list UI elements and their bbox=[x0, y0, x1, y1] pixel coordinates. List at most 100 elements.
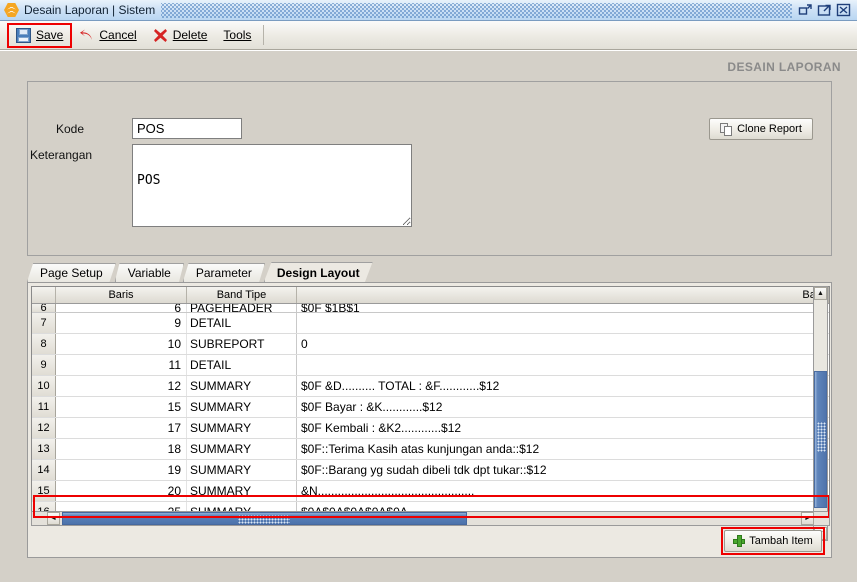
close-button[interactable] bbox=[836, 3, 851, 17]
baris-cell: 11 bbox=[56, 355, 187, 375]
maximize-button[interactable] bbox=[817, 3, 832, 17]
undo-arrow-icon bbox=[79, 28, 94, 43]
clone-report-button[interactable]: Clone Report bbox=[709, 118, 813, 140]
grid-header-baris[interactable]: Baris bbox=[56, 287, 187, 303]
band-content-cell: $0F Kembali : &K2............$12 bbox=[301, 421, 462, 435]
tab-design-layout[interactable]: Design Layout bbox=[263, 262, 373, 282]
table-row[interactable]: 10 12 SUMMARY $0F &D.......... TOTAL : &F..… bbox=[32, 376, 829, 397]
band-content-cell bbox=[297, 355, 829, 375]
row-number-cell: 9 bbox=[32, 355, 56, 375]
band-tipe-cell: SUMMARY bbox=[187, 418, 297, 438]
window-controls bbox=[798, 3, 851, 17]
table-row[interactable]: 8 10 SUBREPORT 0 bbox=[32, 334, 829, 355]
report-header-panel: Kode Keterangan Clone Report bbox=[27, 81, 832, 256]
grid-horizontal-scrollbar[interactable]: ◄ ► bbox=[31, 511, 830, 526]
window-title: Desain Laporan | Sistem bbox=[24, 3, 156, 17]
band-content-cell: $0F $1B$1 bbox=[301, 304, 360, 312]
toolbar-separator bbox=[263, 25, 265, 45]
titlebar-texture bbox=[161, 2, 792, 18]
plus-icon bbox=[733, 535, 746, 547]
save-button[interactable]: Save bbox=[6, 22, 73, 48]
table-row[interactable]: 9 11 DETAIL bbox=[32, 355, 829, 376]
band-content-cell: $0F Bayar : &K............$12 bbox=[301, 400, 443, 414]
baris-cell: 10 bbox=[56, 334, 187, 354]
grid-header-ban[interactable]: Ban bbox=[297, 287, 829, 303]
baris-cell: 20 bbox=[56, 481, 187, 501]
baris-cell: 12 bbox=[56, 376, 187, 396]
band-content-cell: $0F::Barang yg sudah dibeli tdk dpt tuka… bbox=[301, 463, 547, 477]
row-number-cell: 8 bbox=[32, 334, 56, 354]
kode-label: Kode bbox=[56, 122, 85, 136]
band-tipe-cell: SUMMARY bbox=[187, 481, 297, 501]
scroll-right-arrow-icon[interactable]: ► bbox=[801, 512, 814, 525]
delete-button[interactable]: Delete bbox=[145, 24, 216, 47]
grid-vertical-scrollbar[interactable]: ▲ ▼ bbox=[813, 286, 828, 541]
band-tipe-cell: SUMMARY bbox=[187, 397, 297, 417]
cancel-button[interactable]: Cancel bbox=[71, 24, 144, 47]
table-row[interactable]: 13 18 SUMMARY $0F::Terima Kasih atas kunjun… bbox=[32, 439, 829, 460]
row-number-cell: 13 bbox=[32, 439, 56, 459]
save-icon bbox=[16, 27, 31, 43]
baris-cell: 19 bbox=[56, 460, 187, 480]
window-titlebar: Desain Laporan | Sistem bbox=[0, 0, 857, 21]
band-content-cell: $0F &D.......... TOTAL : &F............$… bbox=[301, 379, 500, 393]
tab-bar: Page Setup Variable Parameter Design Lay… bbox=[27, 262, 373, 282]
tab-label: Design Layout bbox=[276, 265, 360, 280]
row-number-cell: 10 bbox=[32, 376, 56, 396]
grid-rows-container[interactable]: 6 6 PAGEHEADER $0F $1B$1 7 9 DETAIL 8 10 SUBREPOR… bbox=[32, 304, 829, 522]
app-icon bbox=[4, 2, 19, 18]
baris-cell: 9 bbox=[56, 313, 187, 333]
grid-header-rownum[interactable] bbox=[32, 287, 56, 303]
delete-x-icon bbox=[153, 28, 168, 43]
tab-variable[interactable]: Variable bbox=[114, 263, 184, 282]
table-row[interactable]: 7 9 DETAIL bbox=[32, 313, 829, 334]
keterangan-label: Keterangan bbox=[30, 148, 93, 162]
band-content-cell: 0 bbox=[301, 337, 308, 351]
row-number-cell: 12 bbox=[32, 418, 56, 438]
kode-input[interactable] bbox=[132, 118, 242, 139]
band-tipe-cell: SUMMARY bbox=[187, 439, 297, 459]
grid-header-band-tipe[interactable]: Band Tipe bbox=[187, 287, 297, 303]
baris-cell: 18 bbox=[56, 439, 187, 459]
table-row[interactable]: 14 19 SUMMARY $0F::Barang yg sudah dibeli t… bbox=[32, 460, 829, 481]
band-content-cell: $0F::Terima Kasih atas kunjungan anda::$… bbox=[301, 442, 540, 456]
layout-grid: Baris Band Tipe Ban 66PAGEHEADER$0F $1B$… bbox=[31, 286, 830, 523]
horizontal-scrollbar-thumb[interactable] bbox=[62, 512, 467, 525]
keterangan-input[interactable] bbox=[132, 144, 412, 227]
clone-report-label: Clone Report bbox=[737, 123, 802, 135]
tab-page-setup[interactable]: Page Setup bbox=[27, 263, 116, 282]
table-row[interactable]: 11 15 SUMMARY $0F Bayar : &K............$12 bbox=[32, 397, 829, 418]
baris-cell: 15 bbox=[56, 397, 187, 417]
main-toolbar: Save Cancel Delete Tools bbox=[0, 21, 857, 50]
table-row[interactable]: 12 17 SUMMARY $0F Kembali : &K2............… bbox=[32, 418, 829, 439]
vertical-scrollbar-thumb[interactable] bbox=[814, 371, 827, 508]
band-tipe-cell: DETAIL bbox=[187, 355, 297, 375]
tools-button[interactable]: Tools bbox=[215, 24, 259, 47]
grid-header-row: Baris Band Tipe Ban bbox=[32, 287, 829, 304]
add-item-label: Tambah Item bbox=[749, 535, 813, 547]
design-layout-panel: Baris Band Tipe Ban 66PAGEHEADER$0F $1B$… bbox=[27, 282, 832, 558]
delete-button-label: Delete bbox=[172, 28, 208, 42]
baris-cell: 17 bbox=[56, 418, 187, 438]
tab-label: Variable bbox=[127, 266, 171, 280]
tools-button-label: Tools bbox=[223, 28, 252, 42]
band-tipe-cell: SUBREPORT bbox=[187, 334, 297, 354]
baris-cell: 6 bbox=[56, 304, 187, 312]
copy-icon bbox=[720, 122, 733, 136]
row-number-cell: 14 bbox=[32, 460, 56, 480]
table-row[interactable]: 15 20 SUMMARY &N...........................… bbox=[32, 481, 829, 502]
band-content-cell bbox=[297, 313, 829, 333]
table-row[interactable]: 6 6 PAGEHEADER $0F $1B$1 bbox=[32, 304, 829, 313]
tab-parameter[interactable]: Parameter bbox=[182, 263, 265, 282]
scroll-left-arrow-icon[interactable]: ◄ bbox=[47, 512, 60, 525]
add-item-button[interactable]: Tambah Item bbox=[724, 530, 822, 552]
row-number-cell: 11 bbox=[32, 397, 56, 417]
content-area: DESAIN LAPORAN Kode Keterangan Clone Rep… bbox=[0, 50, 857, 582]
band-content-cell: &N......................................… bbox=[301, 484, 475, 498]
scroll-up-arrow-icon[interactable]: ▲ bbox=[814, 287, 827, 300]
restore-button[interactable] bbox=[798, 3, 813, 17]
band-tipe-cell: SUMMARY bbox=[187, 460, 297, 480]
row-number-cell: 7 bbox=[32, 313, 56, 333]
row-number-cell: 6 bbox=[32, 304, 56, 312]
row-number-cell: 15 bbox=[32, 481, 56, 501]
